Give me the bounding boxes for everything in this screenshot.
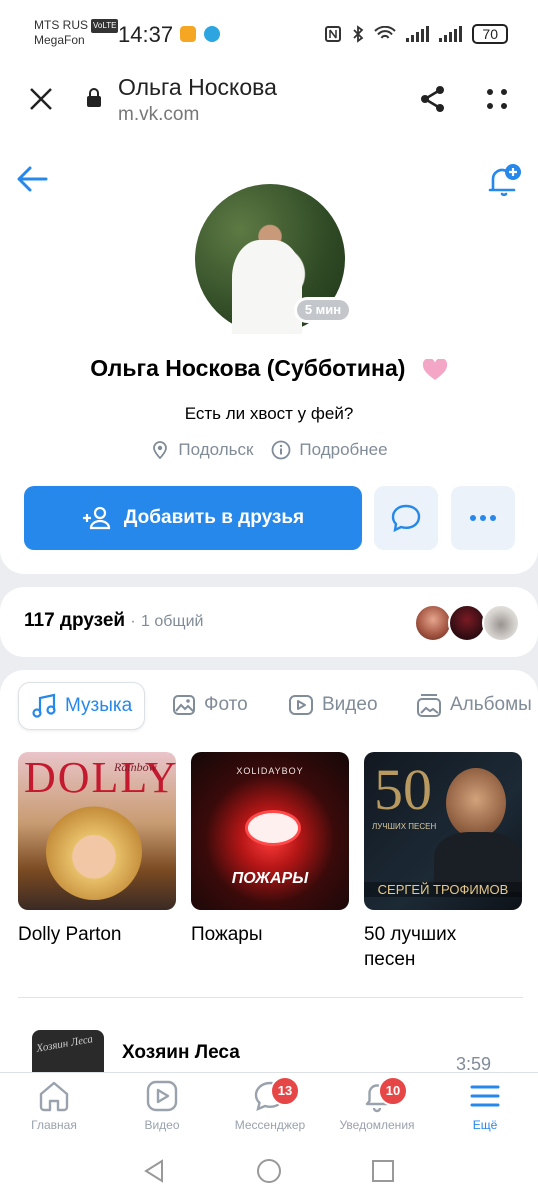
tabbar-messenger-label: Мессенджер [234, 1118, 306, 1132]
friend-avatar[interactable] [414, 604, 452, 642]
album-caption[interactable]: 50 лучших песен [364, 922, 524, 972]
online-time-badge: 5 мин [294, 297, 352, 323]
bluetooth-icon [353, 25, 364, 43]
friends-summary[interactable]: 117 друзей · 1 общий [24, 610, 203, 632]
profile-name-row: Ольга Носкова (Субботина) [0, 355, 538, 382]
tab-albums-label: Альбомы [450, 694, 532, 715]
album-caption[interactable]: Пожары [191, 922, 351, 947]
browser-url[interactable]: m.vk.com [118, 104, 199, 126]
details-link[interactable]: Подробнее [299, 440, 387, 460]
profile-city: Подольск [178, 440, 254, 459]
status-icons: 70 [324, 24, 508, 44]
volte-badge: VoLTE [91, 18, 119, 33]
nfc-icon [325, 26, 342, 42]
info-icon[interactable] [271, 440, 291, 460]
album-cover[interactable]: DOLLY Rainbow [18, 752, 176, 910]
divider [18, 997, 523, 998]
tabbar-more[interactable]: Ещё [435, 1078, 535, 1132]
clock: 14:37 [118, 22, 174, 47]
messenger-count-badge: 13 [270, 1076, 300, 1106]
common-friends: 1 общий [141, 613, 204, 630]
signal-1-icon [406, 26, 430, 42]
album-cover[interactable]: XOLIDAYBOY ПОЖАРЫ [191, 752, 349, 910]
carrier-primary: MTS RUS [34, 18, 88, 32]
back-arrow-icon[interactable] [16, 164, 48, 194]
more-menu-icon[interactable] [484, 86, 510, 112]
album-caption[interactable]: Dolly Parton [18, 922, 178, 947]
video-icon [289, 695, 313, 715]
album-cover-artist: XOLIDAYBOY [236, 766, 304, 776]
album-cover[interactable]: 50 ЛУЧШИХ ПЕСЕН СЕРГЕЙ ТРОФИМОВ [364, 752, 522, 910]
album-caption-line: песен [364, 949, 416, 970]
tabbar-home-label: Главная [31, 1118, 77, 1132]
telegram-icon [204, 26, 220, 42]
album-cover-subtitle: Rainbow [114, 760, 157, 774]
add-friend-button[interactable]: Добавить в друзья [24, 486, 362, 550]
profile-meta: Подольск Подробнее [0, 440, 538, 460]
video-icon [146, 1080, 178, 1112]
lock-icon [87, 88, 101, 107]
nav-home-icon[interactable] [256, 1158, 282, 1184]
friends-count: 117 друзей [24, 610, 126, 631]
nav-recents-icon[interactable] [372, 1160, 394, 1182]
browser-page-title: Ольга Носкова [118, 74, 277, 100]
signal-2-icon [439, 26, 463, 42]
carrier-info: MTS RUS VoLTE MegaFon [34, 18, 119, 47]
battery-indicator: 70 [472, 24, 508, 44]
home-icon [39, 1081, 69, 1112]
tab-video-label: Видео [322, 694, 378, 715]
tab-music-label: Музыка [65, 695, 133, 716]
more-dots-icon [470, 515, 496, 521]
notifications-count-badge: 10 [378, 1076, 408, 1106]
tabbar-notifications[interactable]: Уведомления [327, 1078, 427, 1132]
track-title[interactable]: Хозяин Леса [122, 1042, 240, 1064]
menu-icon [470, 1085, 500, 1107]
album-cover-number: 50 [374, 757, 432, 822]
tabbar-more-label: Ещё [472, 1118, 498, 1132]
tab-music[interactable]: Музыка [18, 682, 146, 730]
message-bubble-icon [391, 504, 421, 533]
friend-avatar[interactable] [482, 604, 520, 642]
tabbar-notifications-label: Уведомления [339, 1118, 415, 1132]
album-cover-subtitle: ЛУЧШИХ ПЕСЕН [372, 822, 437, 831]
online-time-text: 5 мин [297, 300, 349, 320]
more-actions-button[interactable] [451, 486, 515, 550]
tabbar-video[interactable]: Видео [112, 1078, 212, 1132]
close-icon[interactable] [28, 86, 54, 112]
wifi-icon [374, 26, 397, 39]
location-icon [153, 441, 168, 460]
avatar-figure [232, 240, 302, 334]
tab-photo[interactable]: Фото [160, 682, 260, 728]
tabbar-home[interactable]: Главная [4, 1078, 104, 1132]
tabbar-video-label: Видео [144, 1118, 180, 1132]
subscribe-bell-icon[interactable] [484, 160, 524, 200]
message-button[interactable] [374, 486, 438, 550]
tab-albums[interactable]: Альбомы [404, 682, 538, 728]
carrier-secondary: MegaFon [34, 32, 85, 47]
app-notification-icon [180, 26, 196, 42]
profile-status: Есть ли хвост у фей? [184, 404, 354, 423]
friends-separator: · [130, 613, 136, 630]
tab-video[interactable]: Видео [276, 682, 390, 728]
album-cover-portrait [46, 804, 142, 900]
profile-name: Ольга Носкова (Субботина) [90, 355, 406, 381]
tab-photo-label: Фото [204, 694, 248, 715]
album-cover-portrait [446, 768, 506, 838]
music-note-icon [32, 693, 56, 718]
share-icon[interactable] [418, 84, 448, 114]
add-user-icon [82, 506, 110, 530]
add-friend-label: Добавить в друзья [123, 507, 305, 528]
friend-avatar[interactable] [448, 604, 486, 642]
album-cover-title: ПОЖАРЫ [231, 870, 309, 887]
album-caption-line: 50 лучших [364, 924, 457, 945]
nav-back-icon[interactable] [142, 1158, 166, 1184]
track-cover-text: Хозяин Леса [35, 1033, 94, 1055]
eye-icon [245, 810, 301, 846]
photo-icon [173, 695, 195, 715]
albums-icon [417, 694, 441, 717]
heart-icon [422, 358, 447, 380]
album-cover-artist: СЕРГЕЙ ТРОФИМОВ [364, 882, 522, 897]
